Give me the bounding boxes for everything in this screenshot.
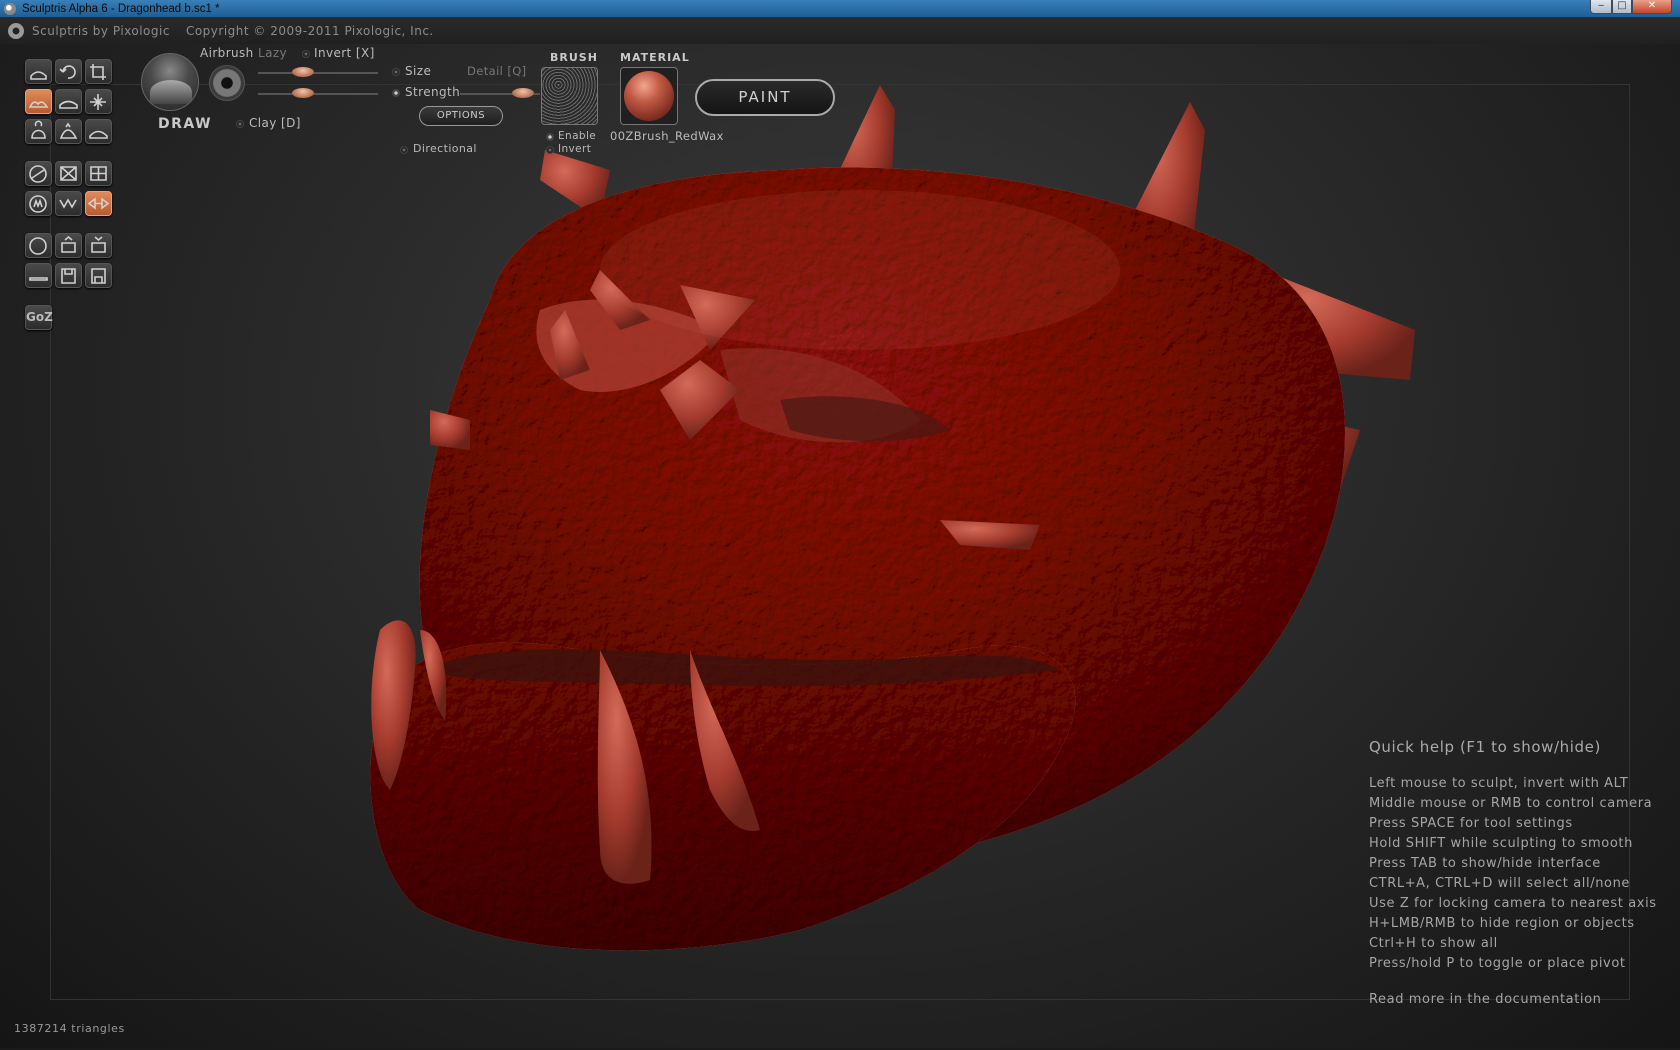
brush-texture-swatch[interactable] xyxy=(541,67,598,125)
material-name: 00ZBrush_RedWax xyxy=(610,129,724,143)
wave-icon xyxy=(59,198,77,209)
brush-invert-radio[interactable] xyxy=(546,146,554,154)
crease-icon xyxy=(30,71,47,80)
quick-help-line: CTRL+A, CTRL+D will select all/none xyxy=(1369,876,1631,891)
window-title: Sculptris Alpha 6 - Dragonhead b.sc1 * xyxy=(22,2,220,15)
quick-help-line: Press SPACE for tool settings xyxy=(1369,816,1573,831)
quick-help-line: Press/hold P to toggle or place pivot xyxy=(1369,956,1626,971)
flatten-icon xyxy=(59,100,78,109)
quick-help-line: H+LMB/RMB to hide region or objects xyxy=(1369,916,1635,931)
crop-tool-button[interactable] xyxy=(85,59,112,84)
symmetry-tool-button[interactable] xyxy=(85,191,112,216)
lazy-toggle[interactable]: Lazy xyxy=(258,46,287,60)
rotate-tool-button[interactable] xyxy=(55,59,82,84)
brush-invert-label[interactable]: Invert xyxy=(558,143,591,155)
rotate-icon xyxy=(59,65,76,79)
reduce-brush-icon xyxy=(29,165,47,183)
quick-help-panel: Quick help (F1 to show/hide) Left mouse … xyxy=(1369,738,1657,1007)
grab-icon xyxy=(59,122,78,139)
directional-label[interactable]: Directional xyxy=(413,142,477,155)
goz-button[interactable]: GoZ xyxy=(25,305,53,330)
directional-radio[interactable] xyxy=(400,146,408,154)
reduce-selection-icon xyxy=(60,166,77,181)
symmetry-icon xyxy=(87,197,110,210)
app-name: Sculptris by Pixologic xyxy=(32,23,170,38)
brush-falloff-icon[interactable] xyxy=(209,65,245,101)
sphere-icon xyxy=(29,237,47,255)
plane-tool-button[interactable] xyxy=(25,263,52,288)
app-icon xyxy=(4,2,16,15)
quick-help-line: Ctrl+H to show all xyxy=(1369,936,1498,951)
quick-help-line: Left mouse to sculpt, invert with ALT xyxy=(1369,776,1629,791)
triangle-count: 1387214 triangles xyxy=(14,1022,125,1035)
documentation-link[interactable]: Read more in the documentation xyxy=(1369,992,1657,1007)
strength-radio[interactable] xyxy=(392,89,400,97)
dragon-head-model[interactable] xyxy=(360,70,1440,1030)
options-button[interactable]: OPTIONS xyxy=(419,106,503,126)
inflate-tool-button[interactable] xyxy=(25,119,52,144)
save-as-tool-button[interactable] xyxy=(85,263,112,288)
draw-tool-button[interactable] xyxy=(25,89,52,114)
quick-help-line: Middle mouse or RMB to control camera xyxy=(1369,796,1653,811)
clay-radio[interactable] xyxy=(236,120,244,128)
paint-button[interactable]: PAINT xyxy=(695,79,835,116)
size-label: Size xyxy=(405,64,432,78)
grab-tool-button[interactable] xyxy=(55,119,82,144)
brush-enable-label[interactable]: Enable xyxy=(558,130,596,142)
size-slider-track[interactable] xyxy=(258,72,378,74)
quick-help-title: Quick help (F1 to show/hide) xyxy=(1369,738,1601,756)
sculptris-logo-icon xyxy=(8,22,24,39)
brush-preview-icon[interactable] xyxy=(141,53,199,111)
import-obj-tool-button[interactable] xyxy=(55,233,82,258)
material-header: MATERIAL xyxy=(620,51,690,64)
detail-label: Detail [Q] xyxy=(467,64,527,78)
sphere-tool-button[interactable] xyxy=(25,233,52,258)
material-swatch[interactable] xyxy=(620,67,678,125)
pinch-icon xyxy=(90,94,106,110)
app-header: Sculptris by Pixologic Copyright © 2009-… xyxy=(0,17,1680,44)
strength-label: Strength xyxy=(405,85,461,99)
save-icon xyxy=(61,268,76,284)
export-obj-tool-button[interactable] xyxy=(85,233,112,258)
invert-radio[interactable] xyxy=(302,50,310,58)
invert-label[interactable]: Invert [X] xyxy=(314,46,375,60)
quick-help-line: Use Z for locking camera to nearest axis xyxy=(1369,896,1657,911)
draw-icon xyxy=(28,101,49,108)
plane-icon xyxy=(29,277,48,281)
clay-label[interactable]: Clay [D] xyxy=(249,116,301,130)
save-tool-button[interactable] xyxy=(55,263,82,288)
brush-enable-radio[interactable] xyxy=(546,133,554,141)
brush-header: BRUSH xyxy=(550,51,598,64)
import-obj-icon xyxy=(61,235,76,253)
smooth-icon xyxy=(89,130,108,139)
flatten-tool-button[interactable] xyxy=(55,89,82,114)
reduce-selection-tool-button[interactable] xyxy=(55,161,82,186)
copyright-text: Copyright © 2009-2011 Pixologic, Inc. xyxy=(185,23,434,38)
crop-icon xyxy=(90,64,106,80)
quick-help-line: Hold SHIFT while sculpting to smooth xyxy=(1369,836,1633,851)
mask-tool-button[interactable] xyxy=(25,191,52,216)
tool-name: DRAW xyxy=(158,116,213,132)
export-obj-icon xyxy=(91,236,106,253)
window-controls: ‒ □ ✕ xyxy=(1590,0,1672,15)
mask-icon xyxy=(29,195,47,213)
crease-tool-button[interactable] xyxy=(25,59,52,84)
subdivide-icon xyxy=(90,166,107,181)
airbrush-toggle[interactable]: Airbrush xyxy=(200,46,254,60)
strength-slider-track[interactable] xyxy=(258,93,378,95)
pinch-tool-button[interactable] xyxy=(85,89,112,114)
reduce-brush-tool-button[interactable] xyxy=(25,161,52,186)
smooth-tool-button[interactable] xyxy=(85,119,112,144)
maximize-button[interactable]: □ xyxy=(1612,0,1632,14)
save-as-icon xyxy=(91,268,106,284)
minimize-button[interactable]: ‒ xyxy=(1590,0,1612,14)
size-radio[interactable] xyxy=(392,68,400,76)
inflate-icon xyxy=(31,120,46,139)
wave-tool-button[interactable] xyxy=(55,191,82,216)
window-titlebar: Sculptris Alpha 6 - Dragonhead b.sc1 * ‒… xyxy=(0,0,1680,17)
close-button[interactable]: ✕ xyxy=(1632,0,1672,14)
subdivide-tool-button[interactable] xyxy=(85,161,112,186)
quick-help-lines: Left mouse to sculpt, invert with ALT Mid… xyxy=(1369,774,1657,974)
quick-help-line: Press TAB to show/hide interface xyxy=(1369,856,1601,871)
